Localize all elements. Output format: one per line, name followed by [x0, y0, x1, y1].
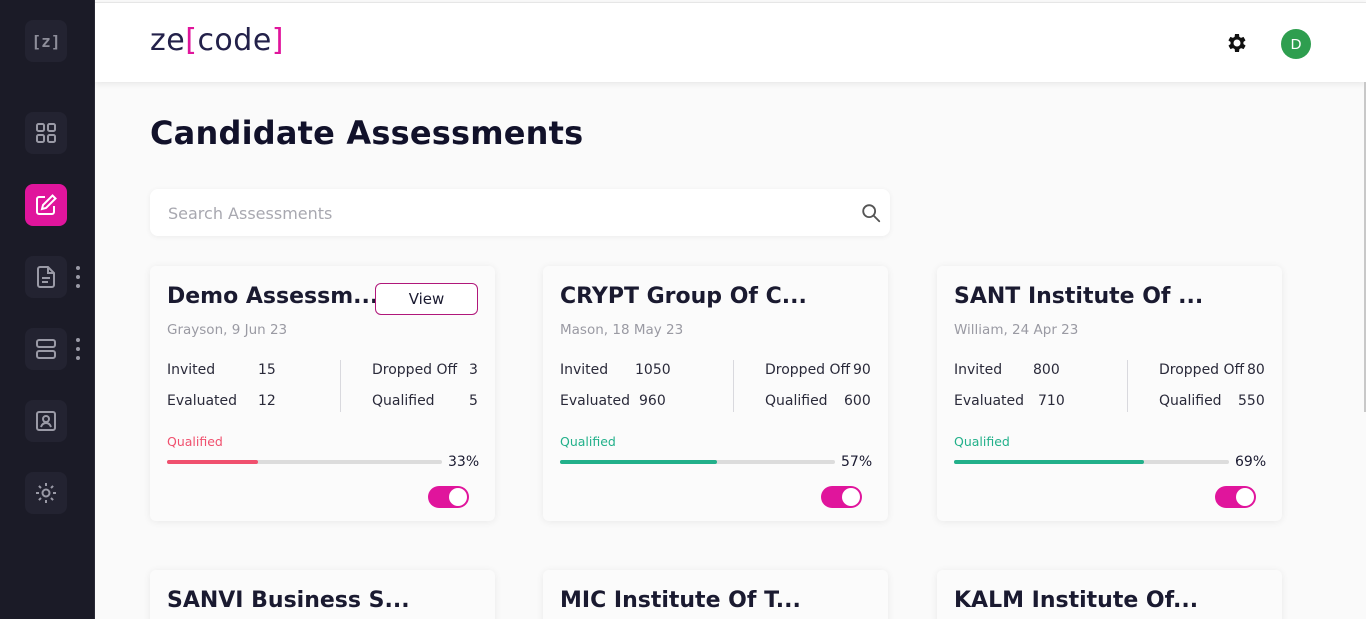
stats-divider — [1127, 360, 1128, 412]
app-logo[interactable]: ze[code] — [150, 23, 284, 58]
card-title: Demo Assessm... — [167, 284, 377, 309]
invited-value: 800 — [1033, 362, 1060, 378]
page-title: Candidate Assessments — [150, 114, 584, 152]
invited-label: Invited — [560, 362, 609, 378]
search-icon[interactable] — [860, 202, 882, 224]
assessment-card[interactable]: Demo Assessm... View Grayson, 9 Jun 23 I… — [150, 266, 495, 521]
sidebar-item-profiles[interactable] — [25, 400, 67, 442]
progress-bar — [167, 460, 442, 464]
sidebar-logo-text: [z] — [31, 31, 61, 51]
progress-fill — [954, 460, 1144, 464]
evaluated-value: 12 — [258, 393, 276, 409]
progress-percent: 69% — [1235, 454, 1267, 470]
edit-icon — [36, 194, 57, 215]
invited-label: Invited — [167, 362, 216, 378]
qualified-label: Qualified — [1159, 393, 1222, 409]
sidebar-item-dashboard[interactable] — [25, 112, 67, 154]
assessment-card[interactable]: MIC Institute Of T... — [543, 570, 888, 619]
progress-fill — [167, 460, 258, 464]
progress-label: Qualified — [167, 434, 223, 449]
qualified-value: 550 — [1238, 393, 1265, 409]
grid-icon — [36, 123, 56, 143]
dropped-label: Dropped Off — [1159, 362, 1245, 378]
dropped-value: 3 — [469, 362, 478, 378]
sidebar-item-servers[interactable] — [25, 328, 67, 370]
active-toggle[interactable] — [821, 486, 862, 508]
server-icon — [36, 339, 56, 359]
assessment-card[interactable]: KALM Institute Of... — [937, 570, 1282, 619]
top-header: ze[code] D — [95, 2, 1366, 82]
progress-bar — [560, 460, 835, 464]
id-card-icon — [36, 411, 56, 431]
avatar[interactable]: D — [1281, 29, 1311, 59]
dropped-value: 80 — [1247, 362, 1265, 378]
qualified-value: 600 — [844, 393, 871, 409]
card-title: MIC Institute Of T... — [560, 588, 801, 613]
sidebar-servers-more[interactable] — [75, 338, 81, 360]
qualified-value: 5 — [469, 393, 478, 409]
logo-open-bracket: [ — [185, 23, 198, 58]
active-toggle[interactable] — [1215, 486, 1256, 508]
progress-bar — [954, 460, 1229, 464]
document-icon — [37, 266, 55, 288]
card-meta: Grayson, 9 Jun 23 — [167, 322, 288, 338]
settings-icon — [36, 483, 56, 503]
progress-percent: 57% — [841, 454, 873, 470]
assessment-card[interactable]: SANT Institute Of ... William, 24 Apr 23… — [937, 266, 1282, 521]
evaluated-value: 710 — [1038, 393, 1065, 409]
sidebar-item-documents[interactable] — [25, 256, 67, 298]
invited-value: 1050 — [635, 362, 671, 378]
assessment-card[interactable]: CRYPT Group Of C... Mason, 18 May 23 Inv… — [543, 266, 888, 521]
sidebar: [z] — [0, 0, 95, 619]
progress-label: Qualified — [560, 434, 616, 449]
invited-label: Invited — [954, 362, 1003, 378]
progress-percent: 33% — [448, 454, 480, 470]
sidebar-item-assessments[interactable] — [25, 184, 67, 226]
qualified-label: Qualified — [765, 393, 828, 409]
search-input[interactable] — [168, 201, 828, 225]
logo-prefix: ze — [150, 23, 186, 58]
dropped-label: Dropped Off — [765, 362, 851, 378]
evaluated-label: Evaluated — [167, 393, 238, 409]
card-title: SANT Institute Of ... — [954, 284, 1204, 309]
sidebar-logo[interactable]: [z] — [25, 20, 67, 62]
invited-value: 15 — [258, 362, 276, 378]
card-title: KALM Institute Of... — [954, 588, 1199, 613]
dropped-value: 90 — [853, 362, 871, 378]
card-meta: William, 24 Apr 23 — [954, 322, 1079, 338]
stats-divider — [733, 360, 734, 412]
sidebar-item-settings[interactable] — [25, 472, 67, 514]
qualified-label: Qualified — [372, 393, 435, 409]
evaluated-value: 960 — [639, 393, 666, 409]
logo-close-bracket: ] — [271, 23, 285, 58]
logo-word: code — [197, 23, 272, 58]
dropped-label: Dropped Off — [372, 362, 458, 378]
card-meta: Mason, 18 May 23 — [560, 322, 684, 338]
evaluated-label: Evaluated — [560, 393, 631, 409]
progress-label: Qualified — [954, 434, 1010, 449]
evaluated-label: Evaluated — [954, 393, 1025, 409]
progress-fill — [560, 460, 717, 464]
card-title: SANVI Business S... — [167, 588, 410, 613]
active-toggle[interactable] — [428, 486, 469, 508]
view-button[interactable]: View — [375, 283, 478, 315]
stats-divider — [340, 360, 341, 412]
sidebar-documents-more[interactable] — [75, 266, 81, 288]
assessment-card[interactable]: SANVI Business S... — [150, 570, 495, 619]
card-title: CRYPT Group Of C... — [560, 284, 807, 309]
search-box — [150, 189, 890, 236]
gear-icon[interactable] — [1225, 31, 1249, 55]
